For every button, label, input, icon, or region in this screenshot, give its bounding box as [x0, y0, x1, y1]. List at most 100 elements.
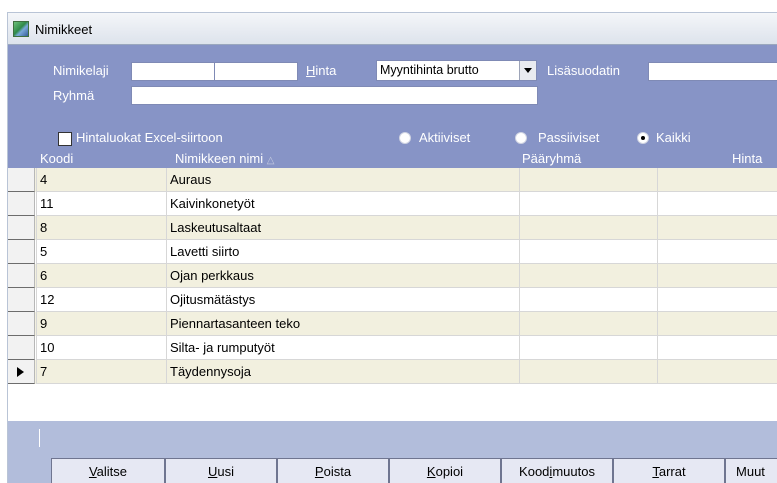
- poista-button-accel: P: [314, 464, 324, 479]
- nimike-grid: Koodi Nimikkeen nimi △ Pääryhmä Hinta 4 …: [8, 150, 777, 421]
- cell-hinta: [657, 168, 777, 192]
- cell-nimi: Lavetti siirto: [166, 240, 519, 264]
- row-selector[interactable]: [8, 336, 35, 360]
- hinta-label-accel: H: [306, 63, 316, 78]
- ryhma-label: Ryhmä: [53, 88, 95, 103]
- table-row[interactable]: 6 Ojan perkkaus: [8, 264, 777, 288]
- hintaluokat-label: Hintaluokat Excel-siirtoon: [76, 130, 223, 145]
- cell-koodi: 11: [36, 192, 166, 216]
- tarrat-button[interactable]: Tarrat: [613, 458, 725, 483]
- passiiviset-radio[interactable]: [515, 132, 527, 144]
- row-selector[interactable]: [8, 312, 35, 336]
- cell-nimi: Silta- ja rumputyöt: [166, 336, 519, 360]
- cell-hinta: [657, 216, 777, 240]
- cell-nimi: Ojan perkkaus: [166, 264, 519, 288]
- koodimuutos-button[interactable]: Koodimuutos: [501, 458, 613, 483]
- koodimuutos-button-pre: Kood: [519, 464, 550, 479]
- cell-nimi: Laskeutusaltaat: [166, 216, 519, 240]
- cell-paaryhma: [519, 288, 657, 312]
- table-row[interactable]: 11 Kaivinkonetyöt: [8, 192, 777, 216]
- cell-hinta: [657, 288, 777, 312]
- row-selector[interactable]: [8, 264, 35, 288]
- current-row-icon: [17, 367, 24, 377]
- hinta-select-value: Myyntihinta brutto: [380, 63, 479, 77]
- window-title: Nimikkeet: [35, 22, 93, 37]
- sort-ascending-icon: △: [266, 155, 275, 166]
- cell-koodi: 7: [36, 360, 166, 384]
- cell-hinta: [657, 336, 777, 360]
- kopioi-button[interactable]: Kopioi: [389, 458, 501, 483]
- title-bar: Nimikkeet: [8, 13, 777, 45]
- table-row[interactable]: 4 Auraus: [8, 168, 777, 192]
- muut-button-post: uut: [746, 464, 765, 479]
- cell-koodi: 10: [36, 336, 166, 360]
- cell-koodi: 8: [36, 216, 166, 240]
- cell-paaryhma: [519, 192, 657, 216]
- bottom-panel: Valitse Uusi Poista Kopioi Koodimuutos T…: [8, 421, 777, 483]
- row-selector[interactable]: [8, 168, 35, 192]
- table-row[interactable]: 10 Silta- ja rumputyöt: [8, 336, 777, 360]
- ryhma-field[interactable]: [131, 86, 538, 105]
- cell-hinta: [657, 240, 777, 264]
- hinta-label-rest: inta: [315, 63, 337, 78]
- row-selector[interactable]: [8, 216, 35, 240]
- nimikelaji-label: Nimikelaji: [53, 63, 109, 78]
- passiiviset-label: Passiiviset: [538, 130, 600, 145]
- cell-paaryhma: [519, 240, 657, 264]
- cell-nimi: Ojitusmätästys: [166, 288, 519, 312]
- cell-koodi: 9: [36, 312, 166, 336]
- grid-header: Koodi Nimikkeen nimi △ Pääryhmä Hinta: [8, 150, 777, 168]
- cell-nimi: Piennartasanteen teko: [166, 312, 519, 336]
- valitse-button-post: alitse: [96, 464, 128, 479]
- hinta-select[interactable]: Myyntihinta brutto: [376, 60, 537, 81]
- table-row[interactable]: 8 Laskeutusaltaat: [8, 216, 777, 240]
- table-row[interactable]: 12 Ojitusmätästys: [8, 288, 777, 312]
- cell-koodi: 5: [36, 240, 166, 264]
- uusi-button[interactable]: Uusi: [165, 458, 277, 483]
- muut-button-accel: M: [736, 464, 747, 479]
- valitse-button[interactable]: Valitse: [51, 458, 165, 483]
- cell-nimi: Kaivinkonetyöt: [166, 192, 519, 216]
- valitse-button-accel: V: [88, 464, 97, 479]
- poista-button-post: oista: [323, 464, 352, 479]
- row-selector[interactable]: [8, 288, 35, 312]
- cell-koodi: 6: [36, 264, 166, 288]
- muut-button[interactable]: Muut: [725, 458, 777, 483]
- kaikki-radio[interactable]: [637, 132, 649, 144]
- cell-paaryhma: [519, 336, 657, 360]
- nimikelaji-name-field[interactable]: [214, 62, 298, 81]
- nimikelaji-code-field[interactable]: [131, 62, 215, 81]
- tarrat-button-post: arrat: [658, 464, 686, 479]
- column-header-nimi-label: Nimikkeen nimi: [175, 151, 264, 166]
- column-header-koodi[interactable]: Koodi: [40, 151, 73, 166]
- poista-button[interactable]: Poista: [277, 458, 389, 483]
- row-selector[interactable]: [8, 360, 35, 384]
- kaikki-label: Kaikki: [656, 130, 691, 145]
- cell-paaryhma: [519, 216, 657, 240]
- cell-hinta: [657, 312, 777, 336]
- app-icon: [13, 21, 29, 37]
- cell-nimi: Täydennysoja: [166, 360, 519, 384]
- table-row[interactable]: 5 Lavetti siirto: [8, 240, 777, 264]
- row-selector[interactable]: [8, 192, 35, 216]
- column-header-paaryhma[interactable]: Pääryhmä: [522, 151, 581, 166]
- row-selector[interactable]: [8, 240, 35, 264]
- cell-paaryhma: [519, 360, 657, 384]
- filter-panel: Nimikelaji Hinta Myyntihinta brutto Lisä…: [8, 46, 777, 150]
- table-row[interactable]: 9 Piennartasanteen teko: [8, 312, 777, 336]
- column-header-nimi[interactable]: Nimikkeen nimi △: [175, 151, 274, 166]
- splitter-handle[interactable]: [39, 429, 40, 447]
- table-row-current[interactable]: 7 Täydennysoja: [8, 360, 777, 384]
- kopioi-button-post: opioi: [435, 464, 464, 479]
- chevron-down-icon[interactable]: [519, 61, 536, 80]
- column-header-hinta[interactable]: Hinta: [732, 151, 762, 166]
- cell-nimi: Auraus: [166, 168, 519, 192]
- hintaluokat-checkbox[interactable]: [58, 132, 72, 146]
- aktiiviset-radio[interactable]: [399, 132, 411, 144]
- cell-paaryhma: [519, 264, 657, 288]
- lisasuodatin-field[interactable]: [648, 62, 777, 81]
- lisasuodatin-label: Lisäsuodatin: [547, 63, 620, 78]
- uusi-button-accel: U: [207, 464, 218, 479]
- cell-koodi: 12: [36, 288, 166, 312]
- hinta-label: Hinta: [306, 63, 336, 78]
